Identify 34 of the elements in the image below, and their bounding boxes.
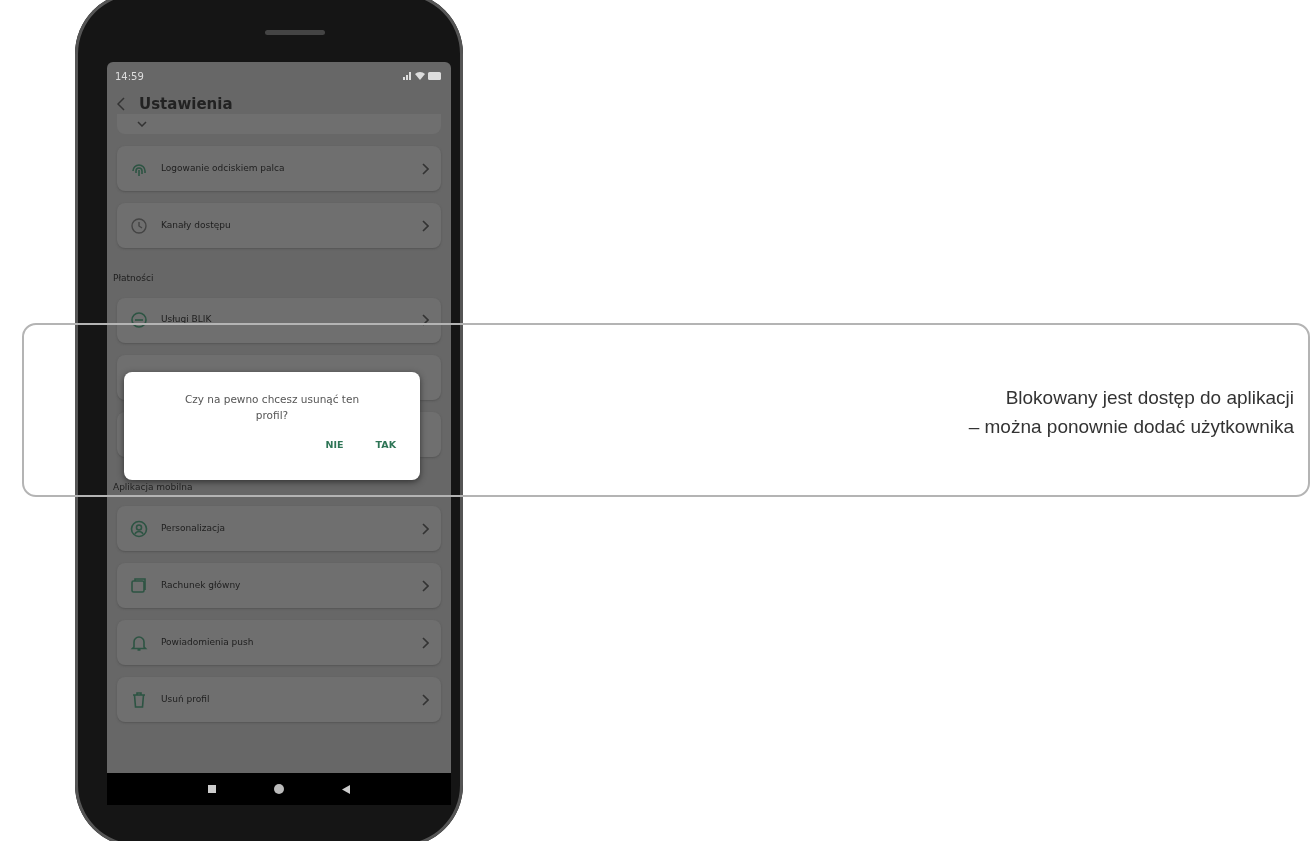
- status-time: 14:59: [115, 69, 144, 84]
- chevron-right-icon: [422, 314, 429, 326]
- settings-item[interactable]: Usuń profil: [117, 677, 441, 722]
- circle-badge-icon: [129, 310, 149, 330]
- settings-item[interactable]: Usługi BLIK: [117, 297, 441, 343]
- person-circle-icon: [129, 518, 149, 539]
- dialog-message: Czy na pewno chcesz usunąć ten profil?: [184, 392, 360, 423]
- back-icon: [117, 97, 125, 111]
- chevron-right-icon: [422, 636, 429, 649]
- chevron-right-icon: [422, 579, 429, 592]
- clock-icon: [129, 215, 149, 236]
- dialog-button[interactable]: TAK: [371, 435, 400, 454]
- chevron-right-icon: [422, 162, 429, 175]
- section-title: Płatności: [113, 272, 155, 285]
- settings-item[interactable]: Logowanie odciskiem palca: [117, 146, 441, 191]
- dialog-button[interactable]: NIE: [321, 435, 348, 454]
- settings-item[interactable]: Kanały dostępu: [117, 203, 441, 248]
- settings-item[interactable]: Rachunek główny: [117, 563, 441, 608]
- caption-line: – można ponownie dodać użytkownika: [968, 415, 1294, 439]
- square-icon: [208, 785, 216, 793]
- settings-item[interactable]: Personalizacja: [117, 506, 441, 551]
- section-title: Aplikacja mobilna: [113, 480, 194, 494]
- caption-line: Blokowany jest dostęp do aplikacji: [1005, 386, 1294, 410]
- screen-title: Ustawienia: [139, 93, 233, 115]
- chevron-down-icon: [137, 121, 147, 127]
- settings-item[interactable]: Powiadomienia push: [117, 620, 441, 665]
- status-icons: [403, 71, 443, 81]
- back-triangle-icon: [342, 784, 350, 794]
- chevron-right-icon: [422, 522, 429, 535]
- speaker-slot: [265, 30, 325, 35]
- chevron-right-icon: [422, 693, 429, 706]
- home-icon: [274, 784, 284, 794]
- wallet-icon: [129, 575, 149, 596]
- chevron-right-icon: [422, 219, 429, 232]
